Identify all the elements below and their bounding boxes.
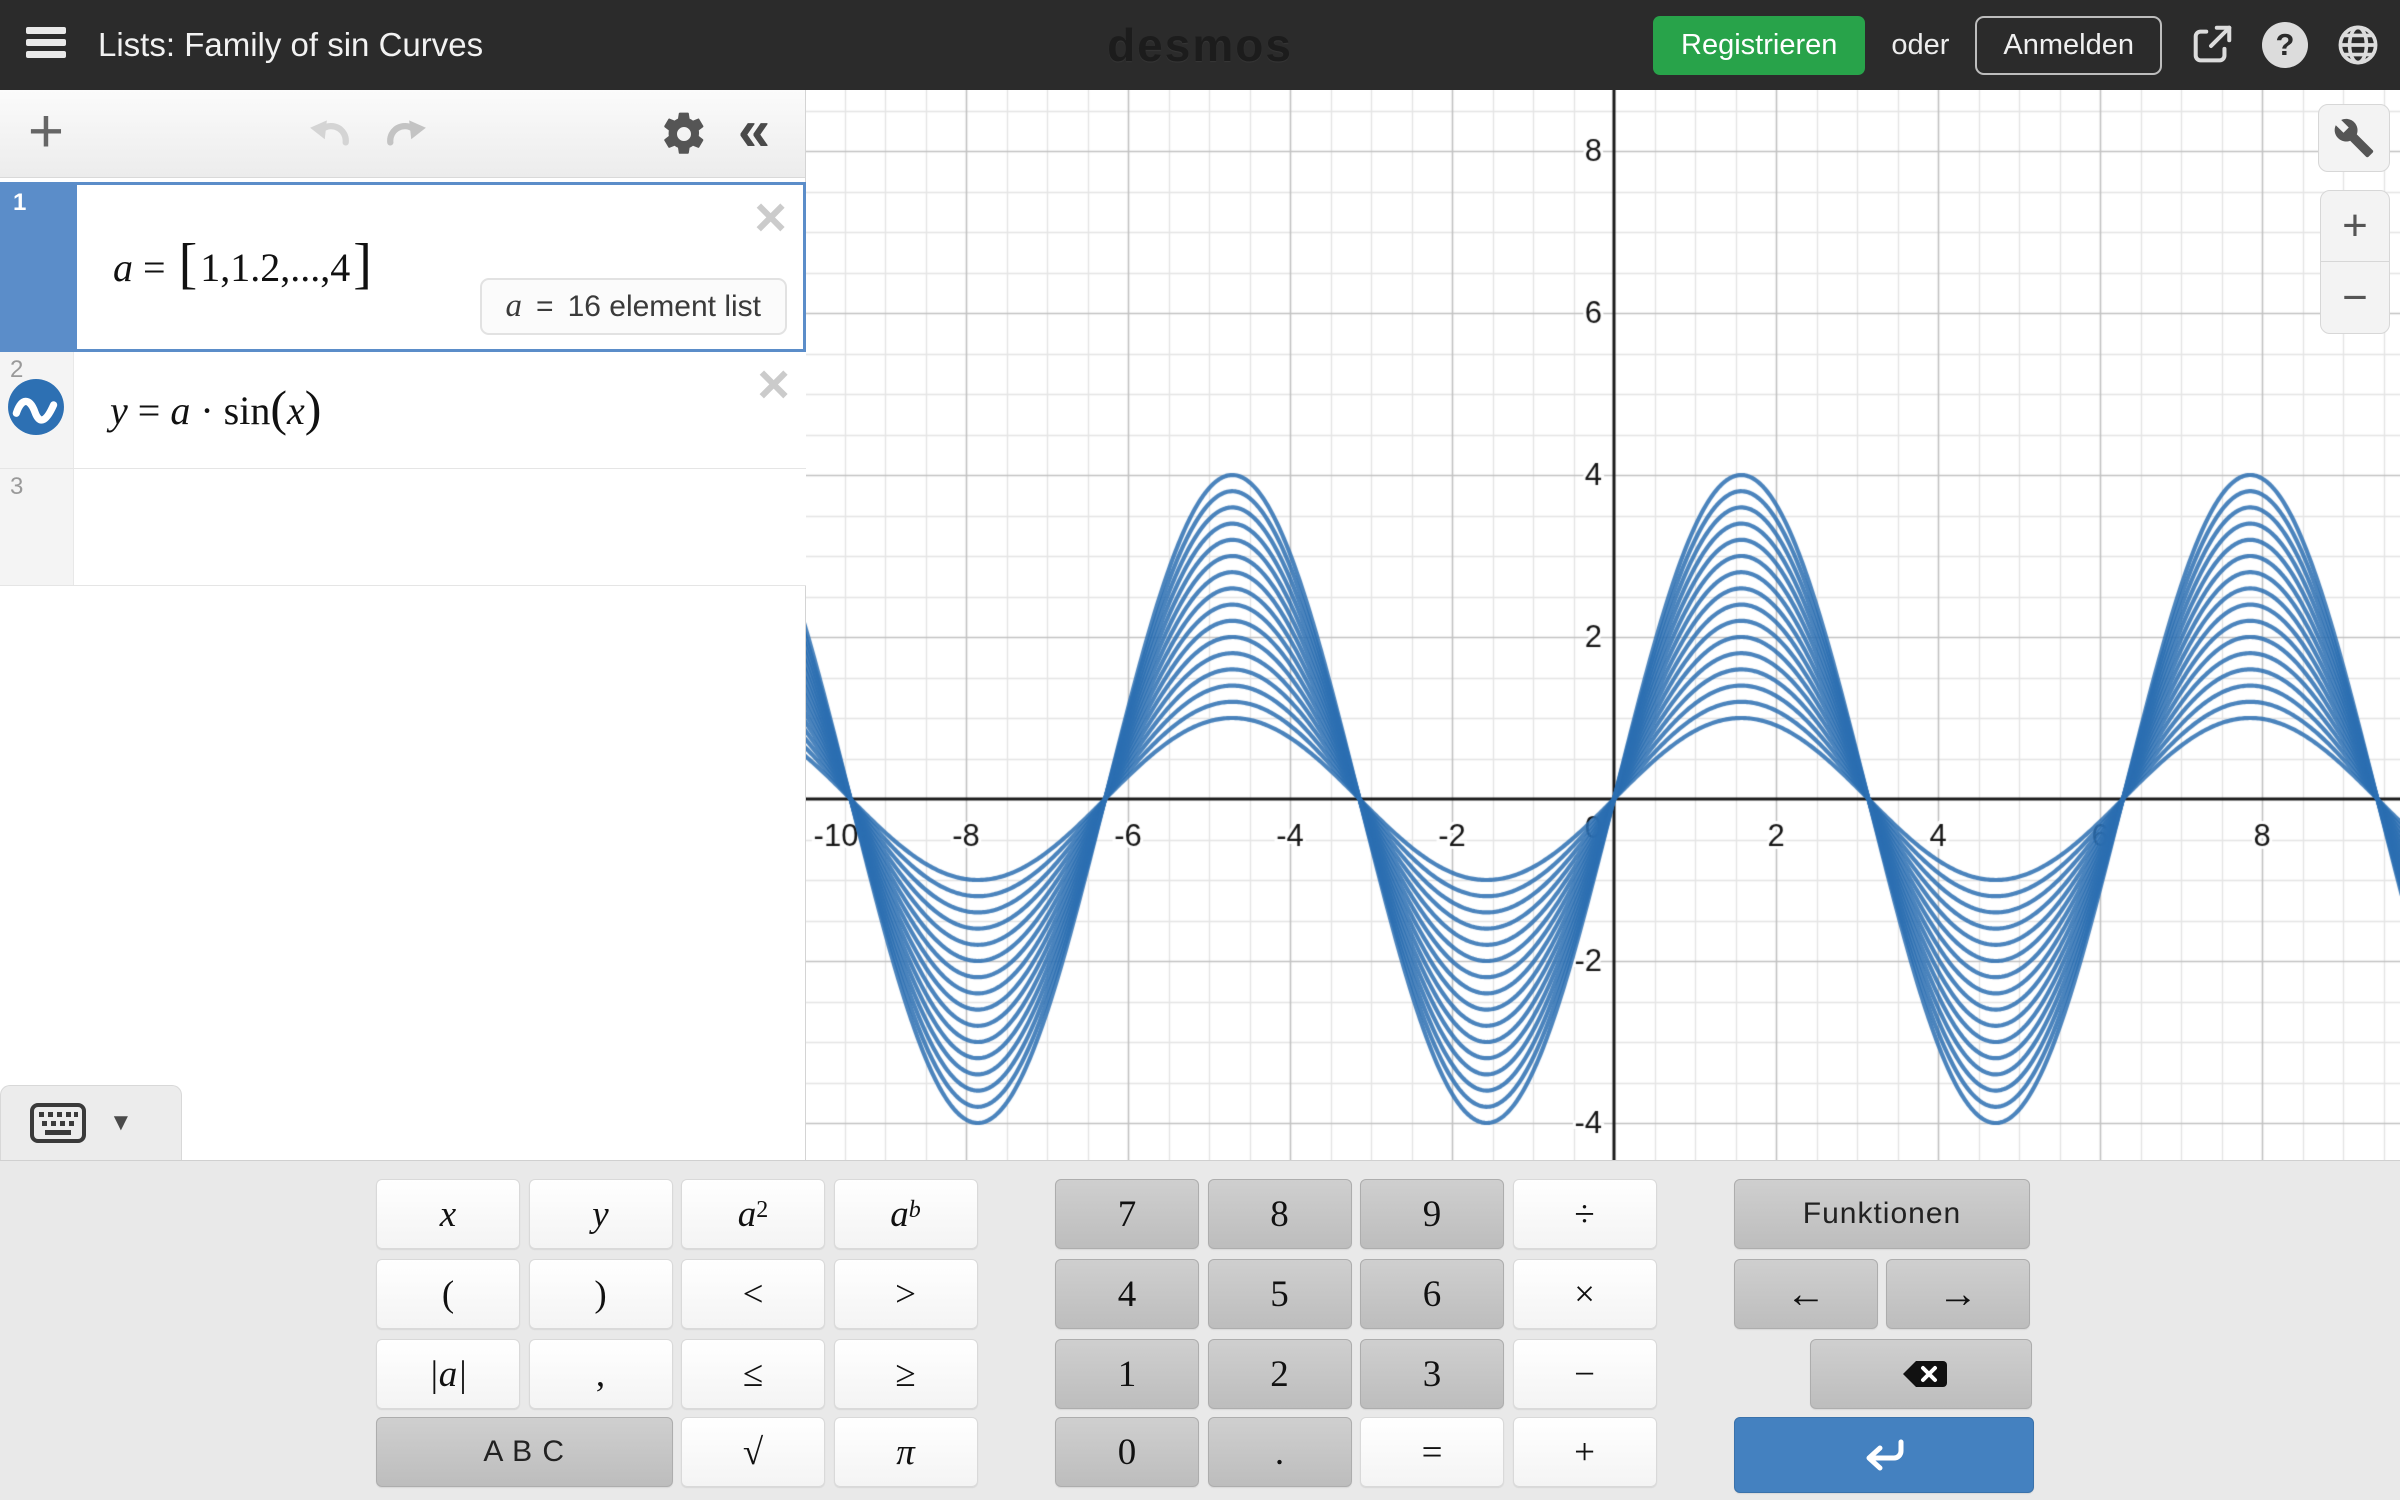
math-segment: ) <box>305 379 322 437</box>
key->[interactable]: > <box>834 1259 978 1329</box>
key-5[interactable]: 5 <box>1208 1259 1352 1329</box>
help-icon[interactable]: ? <box>2262 22 2308 68</box>
key-|a|[interactable]: |a| <box>376 1339 520 1409</box>
key-3[interactable]: 3 <box>1360 1339 1504 1409</box>
list-result-badge: a = 16 element list <box>480 278 787 335</box>
key-−[interactable]: − <box>1513 1339 1657 1409</box>
globe-language-icon[interactable] <box>2334 21 2382 69</box>
key-π[interactable]: π <box>834 1417 978 1487</box>
graph-settings-button[interactable] <box>2318 104 2390 172</box>
key-)[interactable]: ) <box>529 1259 673 1329</box>
key-functions[interactable]: Funktionen <box>1734 1179 2030 1249</box>
collapse-panel-icon[interactable]: « <box>722 90 786 178</box>
math-segment: ( <box>270 379 287 437</box>
zoom-controls: + − <box>2320 190 2390 334</box>
header-actions: Registrieren oder Anmelden ? <box>1653 0 2382 90</box>
keyboard-toggle[interactable]: ▼ <box>0 1085 182 1160</box>
key-.[interactable]: . <box>1208 1417 1352 1487</box>
key-4[interactable]: 4 <box>1055 1259 1199 1329</box>
key-cursor-right[interactable]: → <box>1886 1259 2030 1329</box>
header-bar: Lists: Family of sin Curves desmos Regis… <box>0 0 2400 90</box>
or-label: oder <box>1891 29 1949 62</box>
expression-row-2[interactable]: 2 y = a · sin(x) × <box>0 352 806 469</box>
expression-index-column: 1 <box>3 185 77 349</box>
keyboard-icon <box>29 1102 87 1144</box>
gear-icon[interactable] <box>652 90 716 178</box>
key-0[interactable]: 0 <box>1055 1417 1199 1487</box>
graph-area: + − <box>806 90 2400 1160</box>
redo-icon[interactable] <box>374 90 438 178</box>
math-segment: a <box>113 244 133 291</box>
close-icon[interactable]: × <box>757 350 790 417</box>
chevron-down-icon: ▼ <box>109 1109 133 1137</box>
math-keyboard: xya2ab ()<> |a|,≤≥ A B C√π 789÷ 456× 123− 0.=+ F… <box>0 1160 2400 1500</box>
signin-button[interactable]: Anmelden <box>1975 16 2162 75</box>
key-≥[interactable]: ≥ <box>834 1339 978 1409</box>
zoom-out-button[interactable]: − <box>2321 262 2389 333</box>
register-button[interactable]: Registrieren <box>1653 16 1865 75</box>
key-≤[interactable]: ≤ <box>681 1339 825 1409</box>
key-7[interactable]: 7 <box>1055 1179 1199 1249</box>
key-6[interactable]: 6 <box>1360 1259 1504 1329</box>
math-segment: [ <box>176 232 201 296</box>
key-+[interactable]: + <box>1513 1417 1657 1487</box>
math-segment: · <box>190 387 223 434</box>
badge-equals: = <box>536 290 554 324</box>
math-segment: 1,1.2,...,4 <box>200 244 350 291</box>
math-segment: = <box>128 387 171 434</box>
key-=[interactable]: = <box>1360 1417 1504 1487</box>
key-x[interactable]: x <box>376 1179 520 1249</box>
key-1[interactable]: 1 <box>1055 1339 1199 1409</box>
expression-row-3-empty[interactable]: 3 <box>0 469 806 586</box>
key-÷[interactable]: ÷ <box>1513 1179 1657 1249</box>
key-<[interactable]: < <box>681 1259 825 1329</box>
key-×[interactable]: × <box>1513 1259 1657 1329</box>
graph-canvas[interactable] <box>806 90 2400 1160</box>
wrench-icon <box>2333 117 2375 159</box>
badge-text: 16 element list <box>568 290 761 324</box>
expression-index-column: 3 <box>0 469 74 585</box>
math-segment: x <box>287 387 305 434</box>
key-8[interactable]: 8 <box>1208 1179 1352 1249</box>
math-segment: y <box>110 387 128 434</box>
expression-row-1[interactable]: 1 a = [1,1.2,...,4] × a = 16 element lis… <box>0 182 806 352</box>
share-icon[interactable] <box>2188 21 2236 69</box>
undo-icon[interactable] <box>298 90 362 178</box>
key-2[interactable]: 2 <box>1208 1339 1352 1409</box>
key-backspace[interactable] <box>1810 1339 2032 1409</box>
math-segment: ] <box>350 232 375 296</box>
expression-math[interactable]: a = [1,1.2,...,4] <box>113 185 375 349</box>
desmos-app: Lists: Family of sin Curves desmos Regis… <box>0 0 2400 1500</box>
expression-index: 3 <box>10 473 23 501</box>
key-cursor-left[interactable]: ← <box>1734 1259 1878 1329</box>
key-√[interactable]: √ <box>681 1417 825 1487</box>
curve-style-icon[interactable] <box>7 378 65 441</box>
key-a[interactable]: a2 <box>681 1179 825 1249</box>
add-expression-button[interactable]: + <box>14 90 78 178</box>
key-([interactable]: ( <box>376 1259 520 1329</box>
expression-toolbar: + « <box>0 90 805 178</box>
expression-panel: + « 1 <box>0 90 806 1160</box>
key-A B C[interactable]: A B C <box>376 1417 673 1487</box>
math-segment: sin <box>224 387 271 434</box>
key-enter[interactable] <box>1734 1417 2034 1493</box>
math-segment: = <box>133 244 176 291</box>
expression-index: 1 <box>13 189 26 217</box>
expression-index-column: 2 <box>0 352 74 468</box>
key-,[interactable]: , <box>529 1339 673 1409</box>
key-9[interactable]: 9 <box>1360 1179 1504 1249</box>
badge-variable: a <box>506 288 523 325</box>
expression-math[interactable]: y = a · sin(x) <box>110 352 321 468</box>
close-icon[interactable]: × <box>754 183 787 250</box>
key-a[interactable]: ab <box>834 1179 978 1249</box>
zoom-in-button[interactable]: + <box>2321 191 2389 262</box>
key-y[interactable]: y <box>529 1179 673 1249</box>
math-segment: a <box>170 387 190 434</box>
